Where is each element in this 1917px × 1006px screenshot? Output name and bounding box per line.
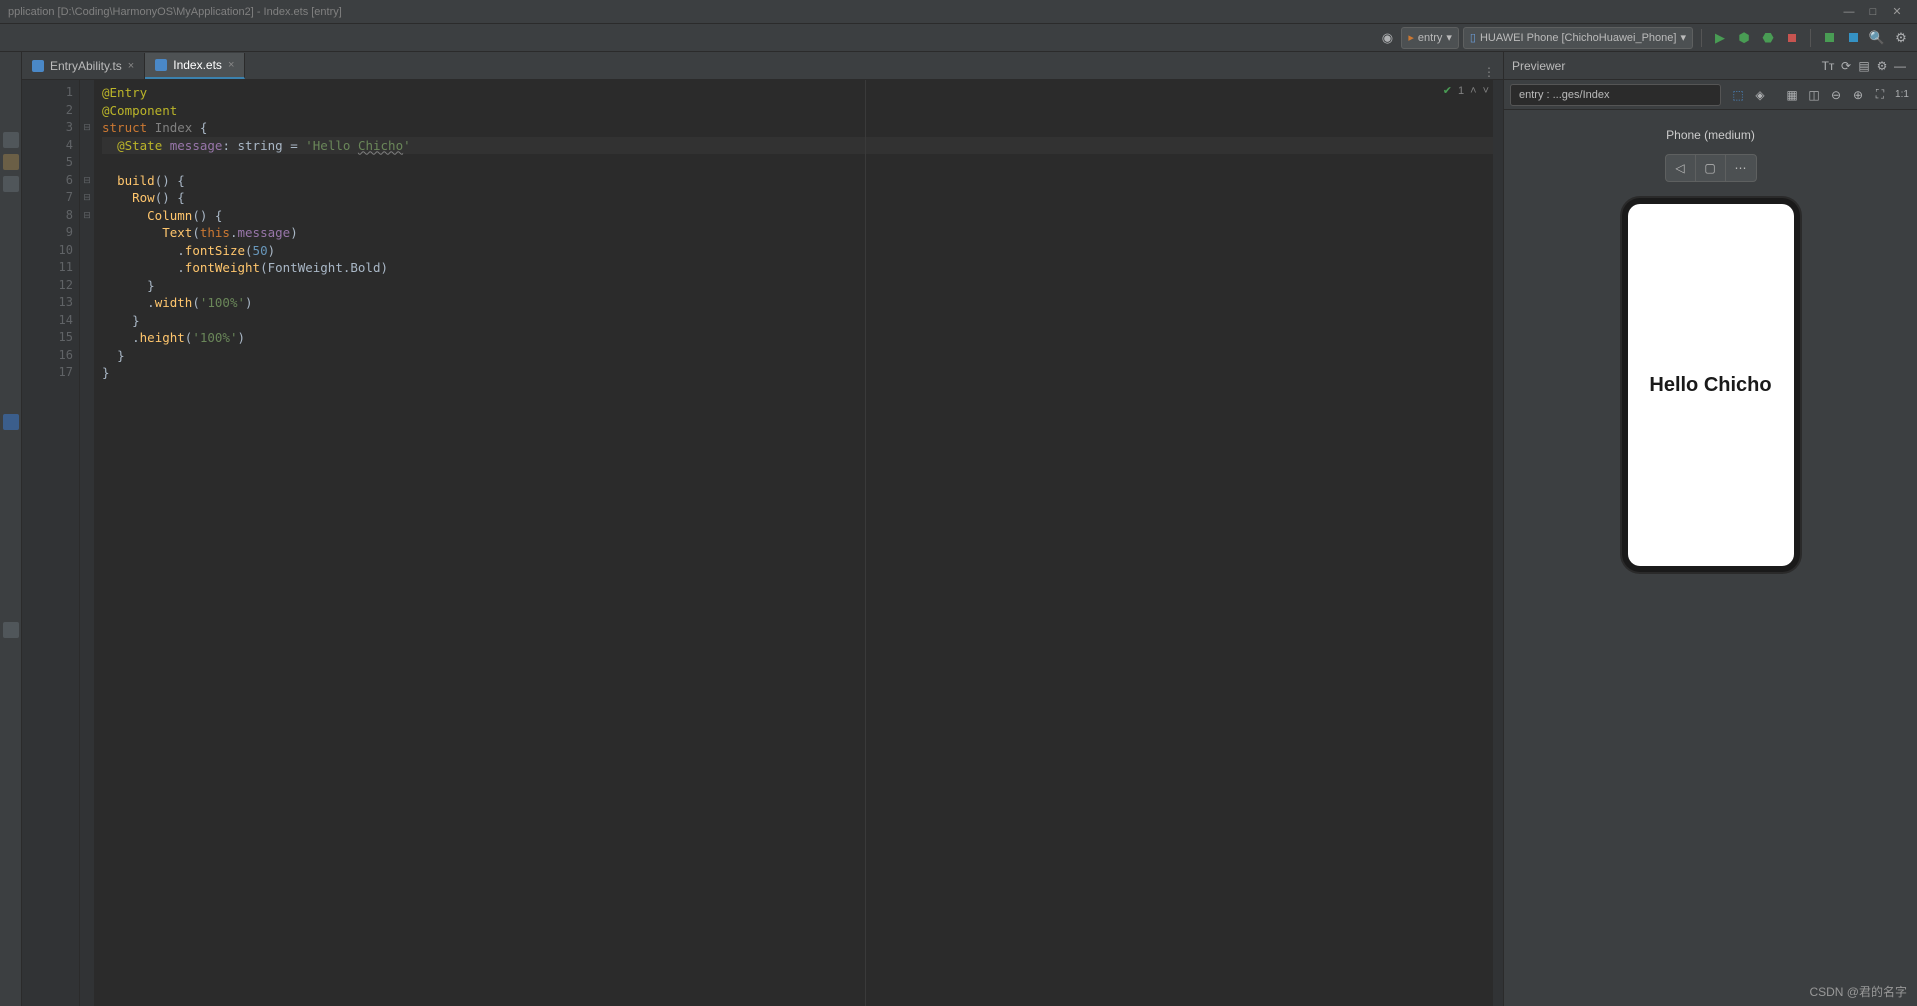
refresh-icon[interactable]: ⟳ [1837, 57, 1855, 75]
previewer-toolbar: entry : ...ges/Index ⬚ ◈ ▦ ◫ ⊖ ⊕ ⛶ 1:1 [1504, 80, 1917, 110]
close-icon[interactable]: × [128, 60, 134, 72]
preview-canvas: Phone (medium) ◁ ▢ ⋯ Hello Chicho [1504, 110, 1917, 1006]
inspect-icon[interactable]: ⬚ [1729, 86, 1747, 104]
preview-path[interactable]: entry : ...ges/Index [1510, 84, 1721, 106]
preview-text: Hello Chicho [1649, 374, 1771, 397]
search-icon[interactable]: 🔍 [1867, 28, 1887, 48]
chevron-down-icon: ▾ [1680, 31, 1686, 44]
main-toolbar: ◉ ▸ entry ▾ ▯ HUAWEI Phone [ChichoHuawei… [0, 24, 1917, 52]
file-icon [32, 60, 44, 72]
close-icon[interactable]: ✕ [1885, 5, 1909, 18]
device-dropdown-label: HUAWEI Phone [ChichoHuawei_Phone] [1480, 32, 1676, 44]
stop-icon[interactable] [1782, 28, 1802, 48]
previewer-header: Previewer Tт ⟳ ▤ ⚙ — [1504, 52, 1917, 80]
rotate-icon[interactable]: ▢ [1696, 155, 1726, 181]
chevron-down-icon: ▾ [1446, 31, 1452, 44]
grid-icon[interactable]: ▦ [1783, 86, 1801, 104]
gear-icon[interactable]: ⚙ [1873, 57, 1891, 75]
gear-icon[interactable]: ⚙ [1891, 28, 1911, 48]
chevron-up-icon[interactable]: ˄ [1470, 85, 1476, 97]
stack-icon[interactable]: ◈ [1751, 86, 1769, 104]
right-margin-guide [865, 80, 866, 1006]
device-label: Phone (medium) [1666, 128, 1755, 142]
tab-entryability[interactable]: EntryAbility.ts × [22, 53, 145, 79]
ratio-icon[interactable]: 1:1 [1893, 86, 1911, 104]
leftbar-item[interactable] [3, 132, 19, 148]
watermark: CSDN @君的名字 [1809, 983, 1907, 1000]
phone-screen[interactable]: Hello Chicho [1628, 204, 1794, 566]
layers-icon[interactable]: ▤ [1855, 57, 1873, 75]
tabs-more-icon[interactable]: ⋮ [1475, 65, 1503, 79]
minimize-icon[interactable]: — [1891, 57, 1909, 75]
titlebar: pplication [D:\Coding\HarmonyOS\MyApplic… [0, 0, 1917, 24]
crop-icon[interactable]: ◫ [1805, 86, 1823, 104]
leftbar-item[interactable] [3, 154, 19, 170]
overview-ruler [1493, 80, 1503, 1006]
leftbar-item[interactable] [3, 414, 19, 430]
device-dropdown[interactable]: ▯ HUAWEI Phone [ChichoHuawei_Phone] ▾ [1463, 27, 1693, 49]
tab-index[interactable]: Index.ets × [145, 53, 245, 79]
chevron-down-icon[interactable]: ˅ [1483, 85, 1489, 97]
tool-icon-2[interactable] [1843, 28, 1863, 48]
more-icon[interactable]: ⋯ [1726, 155, 1756, 181]
fold-gutter: ⊟⊟⊟⊟ [80, 80, 94, 1006]
zoom-in-icon[interactable]: ⊕ [1849, 86, 1867, 104]
previewer-title: Previewer [1512, 59, 1565, 73]
file-icon [155, 59, 167, 71]
app-title: pplication [D:\Coding\HarmonyOS\MyApplic… [8, 6, 342, 18]
left-gutter-bar [0, 52, 22, 1006]
tab-label: Index.ets [173, 58, 222, 72]
leftbar-item[interactable] [3, 176, 19, 192]
line-number-gutter: 1234567891011121314151617 [22, 80, 80, 1006]
device-controls: ◁ ▢ ⋯ [1665, 154, 1757, 182]
close-icon[interactable]: × [228, 59, 234, 71]
fit-icon[interactable]: ⛶ [1871, 86, 1889, 104]
phone-frame: Hello Chicho [1622, 198, 1800, 572]
previewer-panel: Previewer Tт ⟳ ▤ ⚙ — entry : ...ges/Inde… [1503, 52, 1917, 1006]
editor-body[interactable]: 1234567891011121314151617 ⊟⊟⊟⊟ @Entry @C… [22, 80, 1503, 1006]
minimize-icon[interactable]: — [1837, 6, 1861, 18]
check-icon: ✔ [1443, 84, 1452, 97]
sync-icon[interactable]: ◉ [1377, 28, 1397, 48]
text-icon[interactable]: Tт [1819, 57, 1837, 75]
editor-tabs: EntryAbility.ts × Index.ets × ⋮ [22, 52, 1503, 80]
zoom-out-icon[interactable]: ⊖ [1827, 86, 1845, 104]
editor-status: ✔ 1 ˄ ˅ [1443, 84, 1489, 97]
debug-icon[interactable]: ⬢ [1734, 28, 1754, 48]
tool-icon-1[interactable] [1819, 28, 1839, 48]
module-dropdown-label: entry [1418, 32, 1442, 44]
leftbar-item[interactable] [3, 622, 19, 638]
problem-count: 1 [1458, 85, 1464, 97]
back-icon[interactable]: ◁ [1666, 155, 1696, 181]
module-dropdown[interactable]: ▸ entry ▾ [1401, 27, 1459, 49]
tab-label: EntryAbility.ts [50, 59, 122, 73]
maximize-icon[interactable]: □ [1861, 6, 1885, 18]
code-area[interactable]: @Entry @Component struct Index { @State … [94, 80, 1493, 1006]
attach-icon[interactable]: ⬣ [1758, 28, 1778, 48]
run-icon[interactable]: ▶ [1710, 28, 1730, 48]
